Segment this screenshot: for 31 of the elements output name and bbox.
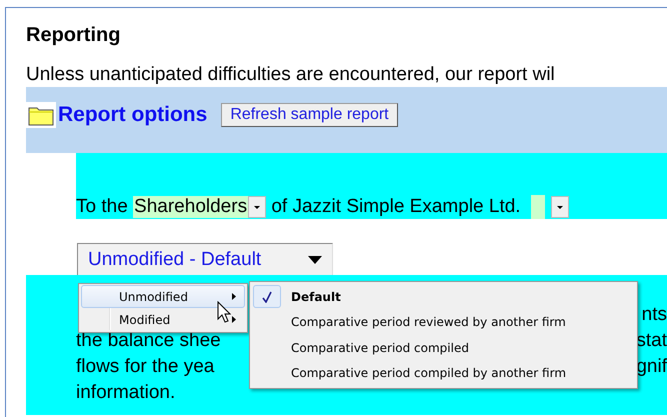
dropdown-button[interactable] — [248, 196, 266, 218]
caret-icon — [556, 204, 564, 210]
paragraph-text: the balance shee — [76, 329, 221, 353]
input-field[interactable] — [530, 195, 545, 219]
intro-text: Unless unanticipated difficulties are encountered, our report wil — [26, 63, 556, 87]
caret-icon — [253, 204, 262, 210]
report-options-title[interactable]: Report options — [58, 103, 208, 127]
check-icon — [262, 290, 272, 303]
mouse-pointer-icon — [217, 301, 231, 323]
menu-item[interactable]: Default — [252, 284, 635, 310]
refresh-button[interactable]: Refresh sample report — [221, 103, 398, 127]
paragraph-text: nts — [642, 303, 667, 327]
menu-item[interactable]: Comparative period compiled — [252, 335, 635, 360]
menu-item[interactable]: Comparative period reviewed by another firm — [252, 310, 635, 335]
menu-item[interactable]: Unmodified — [81, 285, 245, 308]
recipient-field[interactable]: Shareholders — [133, 196, 248, 218]
paragraph-text: flows for the yea — [76, 355, 214, 379]
dropdown-button[interactable] — [550, 196, 569, 218]
paragraph-text: stat — [636, 329, 667, 353]
menu-item[interactable]: Modified — [81, 308, 245, 331]
opinion-dropdown[interactable]: Unmodified - Default — [77, 243, 333, 275]
folder-icon[interactable] — [26, 102, 56, 128]
submenu-arrow-icon — [232, 316, 236, 323]
addressee-text: of Jazzit Simple Example Ltd. — [270, 196, 521, 218]
caret-icon — [308, 256, 322, 264]
addressee-text: To the — [76, 196, 129, 218]
paragraph-text: information. — [76, 381, 176, 405]
paragraph-text: gnif — [636, 355, 667, 379]
menu-item[interactable]: Comparative period compiled by another firm — [252, 360, 635, 386]
section-heading: Reporting — [26, 23, 122, 48]
submenu-arrow-icon — [232, 293, 236, 300]
